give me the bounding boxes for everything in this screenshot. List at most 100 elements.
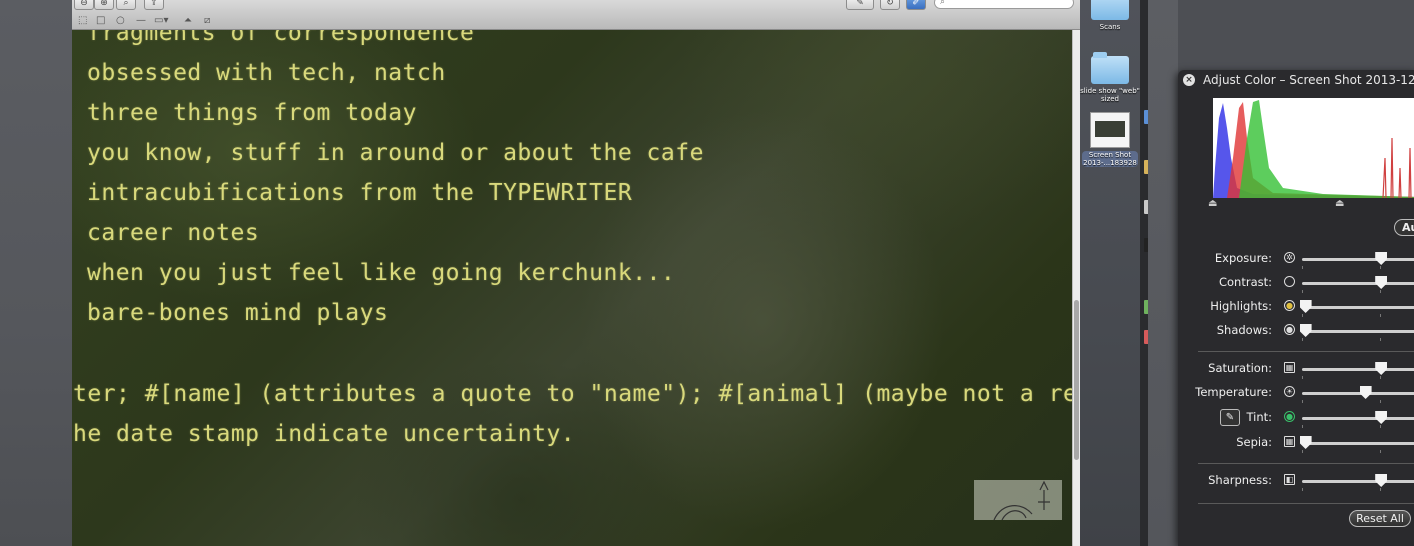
divider [1198,351,1414,352]
vertical-scrollbar[interactable] [1072,30,1080,546]
text-line: fragments of correspondence [87,30,475,46]
share-button[interactable]: ⇪ [144,0,164,10]
text-line: three things from today [87,100,417,126]
desktop-item-label: Scans [1099,23,1121,31]
slider-ticks [1302,376,1414,379]
slider-track[interactable] [1302,258,1414,261]
slider-track[interactable] [1302,392,1414,395]
rectangle-tool-icon[interactable]: □ [96,15,105,27]
slider-label: Highlights: [1210,299,1272,313]
desktop-item-label: slide show "web" sized [1080,87,1140,103]
slider-ticks [1302,400,1414,403]
slider-track[interactable] [1302,417,1414,420]
markup-toggle-button[interactable]: ✐ [906,0,926,10]
slider-knob[interactable] [1299,324,1312,337]
slider-knob[interactable] [1375,252,1388,265]
saturation-icon: ▦ [1284,362,1295,373]
desktop-item[interactable]: slide show "web" sized [1080,52,1140,103]
document-image: fragments of correspondence obsessed wit… [72,30,1072,546]
sepia-icon: ▦ [1284,436,1295,447]
pen-icon: ✎ [856,0,864,8]
slider-row-contrast: Contrast: [1178,273,1414,293]
desktop-item[interactable]: Scans [1080,0,1140,31]
text-line: when you just feel like going kerchunk..… [87,260,676,286]
text-line: ter; #[name] (attributes a quote to "nam… [73,381,1072,407]
slider-track[interactable] [1302,368,1414,371]
shape-menu-icon[interactable]: ▭▾ [154,15,168,27]
eyedropper-icon: ✎ [1225,412,1235,423]
rotate-button[interactable]: ↻ [880,0,900,10]
adjust-color-tool-icon[interactable]: ⏶ [184,15,192,27]
auto-levels-button[interactable]: Au [1394,219,1414,236]
text-line: intracubifications from the TYPEWRITER [87,180,633,206]
search-input[interactable]: ⌕ [934,0,1074,9]
stamp-drawing [974,480,1062,520]
slider-label: Shadows: [1216,323,1272,337]
select-tool-icon[interactable]: ⬚ [78,15,87,27]
magnifier-icon: ⌕ [123,0,129,8]
slider-label: Tint: [1246,410,1272,424]
crop-tool-icon[interactable]: ⧄ [204,15,210,27]
desktop-background-right [1148,0,1178,546]
slider-knob[interactable] [1299,436,1312,449]
slider-ticks [1302,425,1414,428]
preview-window: ⊖ ⊕ ⌕ ⇪ ✎ ↻ ✐ ⌕ ⬚ □ ○ — ▭▾ ⏶ ⧄ fragments… [72,0,1080,546]
slider-row-saturation: Saturation: ▦ [1178,359,1414,379]
slider-knob[interactable] [1375,411,1388,424]
midtone-marker[interactable]: ⏏ [1335,198,1344,209]
tint-icon: ● [1284,411,1295,422]
slider-knob[interactable] [1359,386,1372,399]
text-line: bare-bones mind plays [87,300,389,326]
text-line: obsessed with tech, natch [87,60,446,86]
slider-knob[interactable] [1299,300,1312,313]
slider-knob[interactable] [1375,276,1388,289]
oval-tool-icon[interactable]: ○ [116,15,125,27]
slider-label: Temperature: [1195,385,1272,399]
slider-row-temperature: Temperature: ☀ [1178,383,1414,403]
desktop-icon-column: Scans slide show "web" sized Screen Shot… [1080,0,1140,546]
preview-toolbar: ⊖ ⊕ ⌕ ⇪ ✎ ↻ ✐ ⌕ ⬚ □ ○ — ▭▾ ⏶ ⧄ [72,0,1080,30]
slider-track[interactable] [1302,306,1414,309]
text-line: career notes [87,220,260,246]
magnifier-plus-icon: ⊕ [100,0,108,8]
annotate-button[interactable]: ✎ [846,0,874,10]
desktop-item-label: Screen Shot 2013-...183928 [1082,151,1138,167]
slider-ticks [1302,266,1414,269]
scroll-thumb[interactable] [1074,300,1079,460]
slider-knob[interactable] [1375,362,1388,375]
aperture-icon: ✲ [1284,252,1295,263]
desktop-item[interactable]: Screen Shot 2013-...183928 [1080,112,1140,167]
search-icon: ⌕ [940,0,946,7]
slider-ticks [1302,450,1414,453]
text-line: he date stamp indicate uncertainty. [73,421,576,447]
slider-row-sharpness: Sharpness: ◧ [1178,471,1414,491]
slider-ticks [1302,314,1414,317]
slider-label: Saturation: [1208,361,1272,375]
circle-icon [1284,276,1295,287]
slider-row-tint: Tint: ● [1178,408,1414,428]
black-point-marker[interactable]: ⏏ [1208,198,1217,209]
shadows-icon: ● [1284,324,1295,335]
slider-ticks [1302,338,1414,341]
slider-track[interactable] [1302,330,1414,333]
share-icon: ⇪ [150,0,158,8]
zoom-fit-button[interactable]: ⌕ [116,0,136,10]
slider-track[interactable] [1302,282,1414,285]
reset-all-button[interactable]: Reset All [1349,510,1411,527]
zoom-in-button[interactable]: ⊕ [94,0,114,10]
markup-icon: ✐ [912,0,920,8]
histogram [1213,98,1414,199]
zoom-out-button[interactable]: ⊖ [74,0,94,10]
sun-icon: ☀ [1284,386,1295,397]
adjust-color-panel: × Adjust Color – Screen Shot 2013-12-14 … [1178,70,1414,546]
slider-label: Exposure: [1214,251,1272,265]
sharpness-icon: ◧ [1284,474,1295,485]
divider [1198,463,1414,464]
line-tool-icon[interactable]: — [136,15,146,27]
desktop-background-left [0,0,72,546]
slider-track[interactable] [1302,442,1414,445]
panel-title: Adjust Color – Screen Shot 2013-12-14 [1203,73,1414,87]
slider-track[interactable] [1302,480,1414,483]
eyedropper-button[interactable]: ✎ [1220,409,1240,426]
slider-knob[interactable] [1375,474,1388,487]
